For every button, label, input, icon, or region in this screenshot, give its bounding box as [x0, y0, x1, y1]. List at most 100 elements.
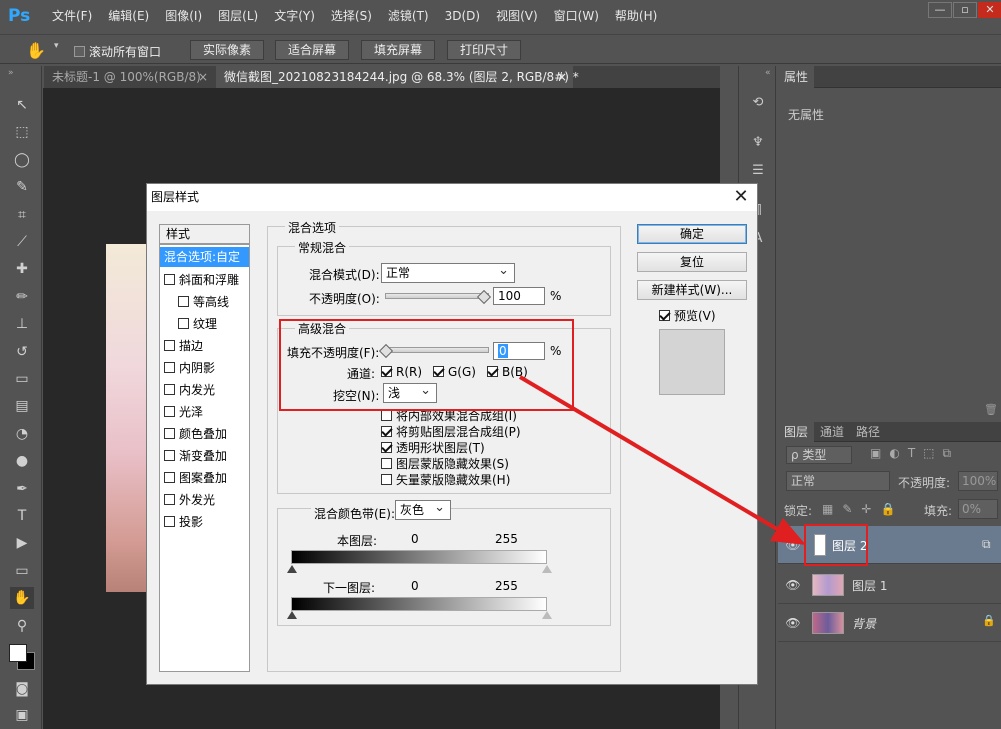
menu-item-9[interactable]: 窗口(W): [546, 0, 607, 32]
menu-item-2[interactable]: 图像(I): [157, 0, 210, 32]
underlying-white-slider[interactable]: [542, 611, 552, 619]
trash-icon[interactable]: 🗑: [984, 403, 998, 416]
tab-layers[interactable]: 图层: [778, 422, 815, 442]
actual-pixels-button[interactable]: 实际像素: [190, 40, 264, 60]
adjust-icon[interactable]: ☰: [747, 160, 769, 182]
style-item-6[interactable]: 内发光: [164, 381, 215, 398]
pen-icon[interactable]: ✒: [10, 478, 34, 500]
style-item-8[interactable]: 颜色叠加: [164, 425, 227, 442]
advanced-option-4[interactable]: 矢量蒙版隐藏效果(H): [381, 471, 510, 488]
blend-if-select[interactable]: 灰色: [395, 499, 451, 520]
menu-item-8[interactable]: 视图(V): [488, 0, 546, 32]
collapse-icon[interactable]: »: [8, 68, 14, 78]
style-item-5[interactable]: 内阴影: [164, 359, 215, 376]
menu-item-10[interactable]: 帮助(H): [607, 0, 665, 32]
style-item-10[interactable]: 图案叠加: [164, 469, 227, 486]
tab-properties[interactable]: 属性: [778, 66, 815, 88]
style-item-11[interactable]: 外发光: [164, 491, 215, 508]
style-item-2[interactable]: 等高线: [178, 293, 229, 310]
menu-item-6[interactable]: 滤镜(T): [380, 0, 437, 32]
underlying-black-slider[interactable]: [287, 611, 297, 619]
crop-icon[interactable]: ⌗: [10, 204, 34, 226]
lasso-icon[interactable]: ◯: [10, 149, 34, 171]
style-item-9[interactable]: 渐变叠加: [164, 447, 227, 464]
foreground-color-swatch[interactable]: [9, 644, 27, 662]
layer-row-background[interactable]: 👁 背景 🔒: [778, 604, 1001, 642]
style-checkbox[interactable]: [164, 494, 175, 505]
layer-row-layer1[interactable]: 👁 图层 1: [778, 566, 1001, 604]
fit-screen-button[interactable]: 适合屏幕: [275, 40, 349, 60]
underlying-gradient[interactable]: [291, 597, 547, 611]
tab-paths[interactable]: 路径: [850, 422, 886, 442]
opacity-field[interactable]: 100: [493, 287, 545, 305]
style-item-12[interactable]: 投影: [164, 513, 203, 530]
advanced-option-1[interactable]: 将剪贴图层混合成组(P): [381, 423, 521, 440]
chevron-down-icon[interactable]: ▾: [54, 41, 59, 51]
maximize-button[interactable]: ▫: [953, 2, 977, 18]
close-icon[interactable]: ×: [198, 66, 208, 88]
style-item-4[interactable]: 描边: [164, 337, 203, 354]
blend-mode-select[interactable]: 正常: [786, 471, 890, 491]
hand-icon[interactable]: ✋: [10, 587, 34, 610]
healing-icon[interactable]: ✚: [10, 258, 34, 280]
menu-item-4[interactable]: 文字(Y): [266, 0, 323, 32]
smart-filter-icon[interactable]: ⧉: [943, 446, 952, 461]
advanced-option-2[interactable]: 透明形状图层(T): [381, 439, 485, 456]
layer-filter-select[interactable]: ρ 类型: [786, 446, 852, 464]
close-window-button[interactable]: ✕: [978, 2, 1001, 18]
this-layer-white-slider[interactable]: [542, 565, 552, 573]
eraser-icon[interactable]: ▭: [10, 368, 34, 390]
style-item-1[interactable]: 斜面和浮雕: [164, 271, 239, 288]
minimize-button[interactable]: —: [928, 2, 952, 18]
history-brush-icon[interactable]: ↺: [10, 341, 34, 363]
type-icon[interactable]: T: [10, 505, 34, 527]
eye-icon[interactable]: 👁: [784, 614, 802, 632]
close-icon[interactable]: ✕: [731, 186, 751, 208]
advanced-option-3[interactable]: 图层蒙版隐藏效果(S): [381, 455, 509, 472]
document-canvas[interactable]: [106, 244, 148, 592]
print-size-button[interactable]: 打印尺寸: [447, 40, 521, 60]
eye-icon[interactable]: 👁: [784, 536, 802, 554]
scroll-all-checkbox[interactable]: 滚动所有窗口: [74, 43, 161, 60]
style-checkbox[interactable]: [164, 450, 175, 461]
quick-select-icon[interactable]: ✎: [10, 176, 34, 198]
gradient-icon[interactable]: ▤: [10, 395, 34, 417]
style-checkbox[interactable]: [164, 340, 175, 351]
dodge-icon[interactable]: ●: [10, 450, 34, 472]
blend-mode-select[interactable]: 正常: [381, 262, 515, 283]
preview-checkbox[interactable]: 预览(V): [659, 307, 716, 324]
lock-all-icon[interactable]: 🔒: [880, 502, 895, 516]
opacity-slider[interactable]: [385, 293, 489, 299]
style-item-0[interactable]: 混合选项:自定: [160, 247, 249, 267]
style-checkbox[interactable]: [164, 362, 175, 373]
style-checkbox[interactable]: [178, 296, 189, 307]
tab-wechat-screenshot[interactable]: 微信截图_20210823184244.jpg @ 68.3% (图层 2, R…: [216, 66, 579, 88]
style-checkbox[interactable]: [164, 516, 175, 527]
tab-untitled[interactable]: 未标题-1 @ 100%(RGB/8) ×: [44, 66, 214, 88]
lock-paint-icon[interactable]: ✎: [842, 502, 852, 516]
tab-channels[interactable]: 通道: [814, 422, 850, 442]
menu-item-1[interactable]: 编辑(E): [100, 0, 157, 32]
style-checkbox[interactable]: [164, 428, 175, 439]
hand-tool-icon[interactable]: ✋: [26, 41, 46, 60]
style-checkbox[interactable]: [178, 318, 189, 329]
menu-item-0[interactable]: 文件(F): [44, 0, 100, 32]
lock-move-icon[interactable]: ✛: [861, 502, 871, 516]
this-layer-gradient[interactable]: [291, 550, 547, 564]
stamp-icon[interactable]: ⊥: [10, 313, 34, 335]
move-icon[interactable]: ↖: [10, 94, 34, 116]
blur-icon[interactable]: ◔: [10, 423, 34, 445]
collapse-icon[interactable]: «: [765, 68, 771, 78]
ok-button[interactable]: 确定: [637, 224, 747, 244]
screen-mode-icon[interactable]: ▣: [10, 704, 34, 726]
type-filter-icon[interactable]: T: [908, 446, 915, 461]
new-style-button[interactable]: 新建样式(W)...: [637, 280, 747, 300]
style-checkbox[interactable]: [164, 384, 175, 395]
opacity-field[interactable]: 100%: [958, 471, 998, 491]
shape-icon[interactable]: ▭: [10, 560, 34, 582]
fill-screen-button[interactable]: 填充屏幕: [361, 40, 435, 60]
style-item-7[interactable]: 光泽: [164, 403, 203, 420]
quick-mask-icon[interactable]: ◙: [10, 678, 34, 700]
brush-preset-icon[interactable]: ♆: [747, 132, 769, 154]
eye-icon[interactable]: 👁: [784, 576, 802, 594]
